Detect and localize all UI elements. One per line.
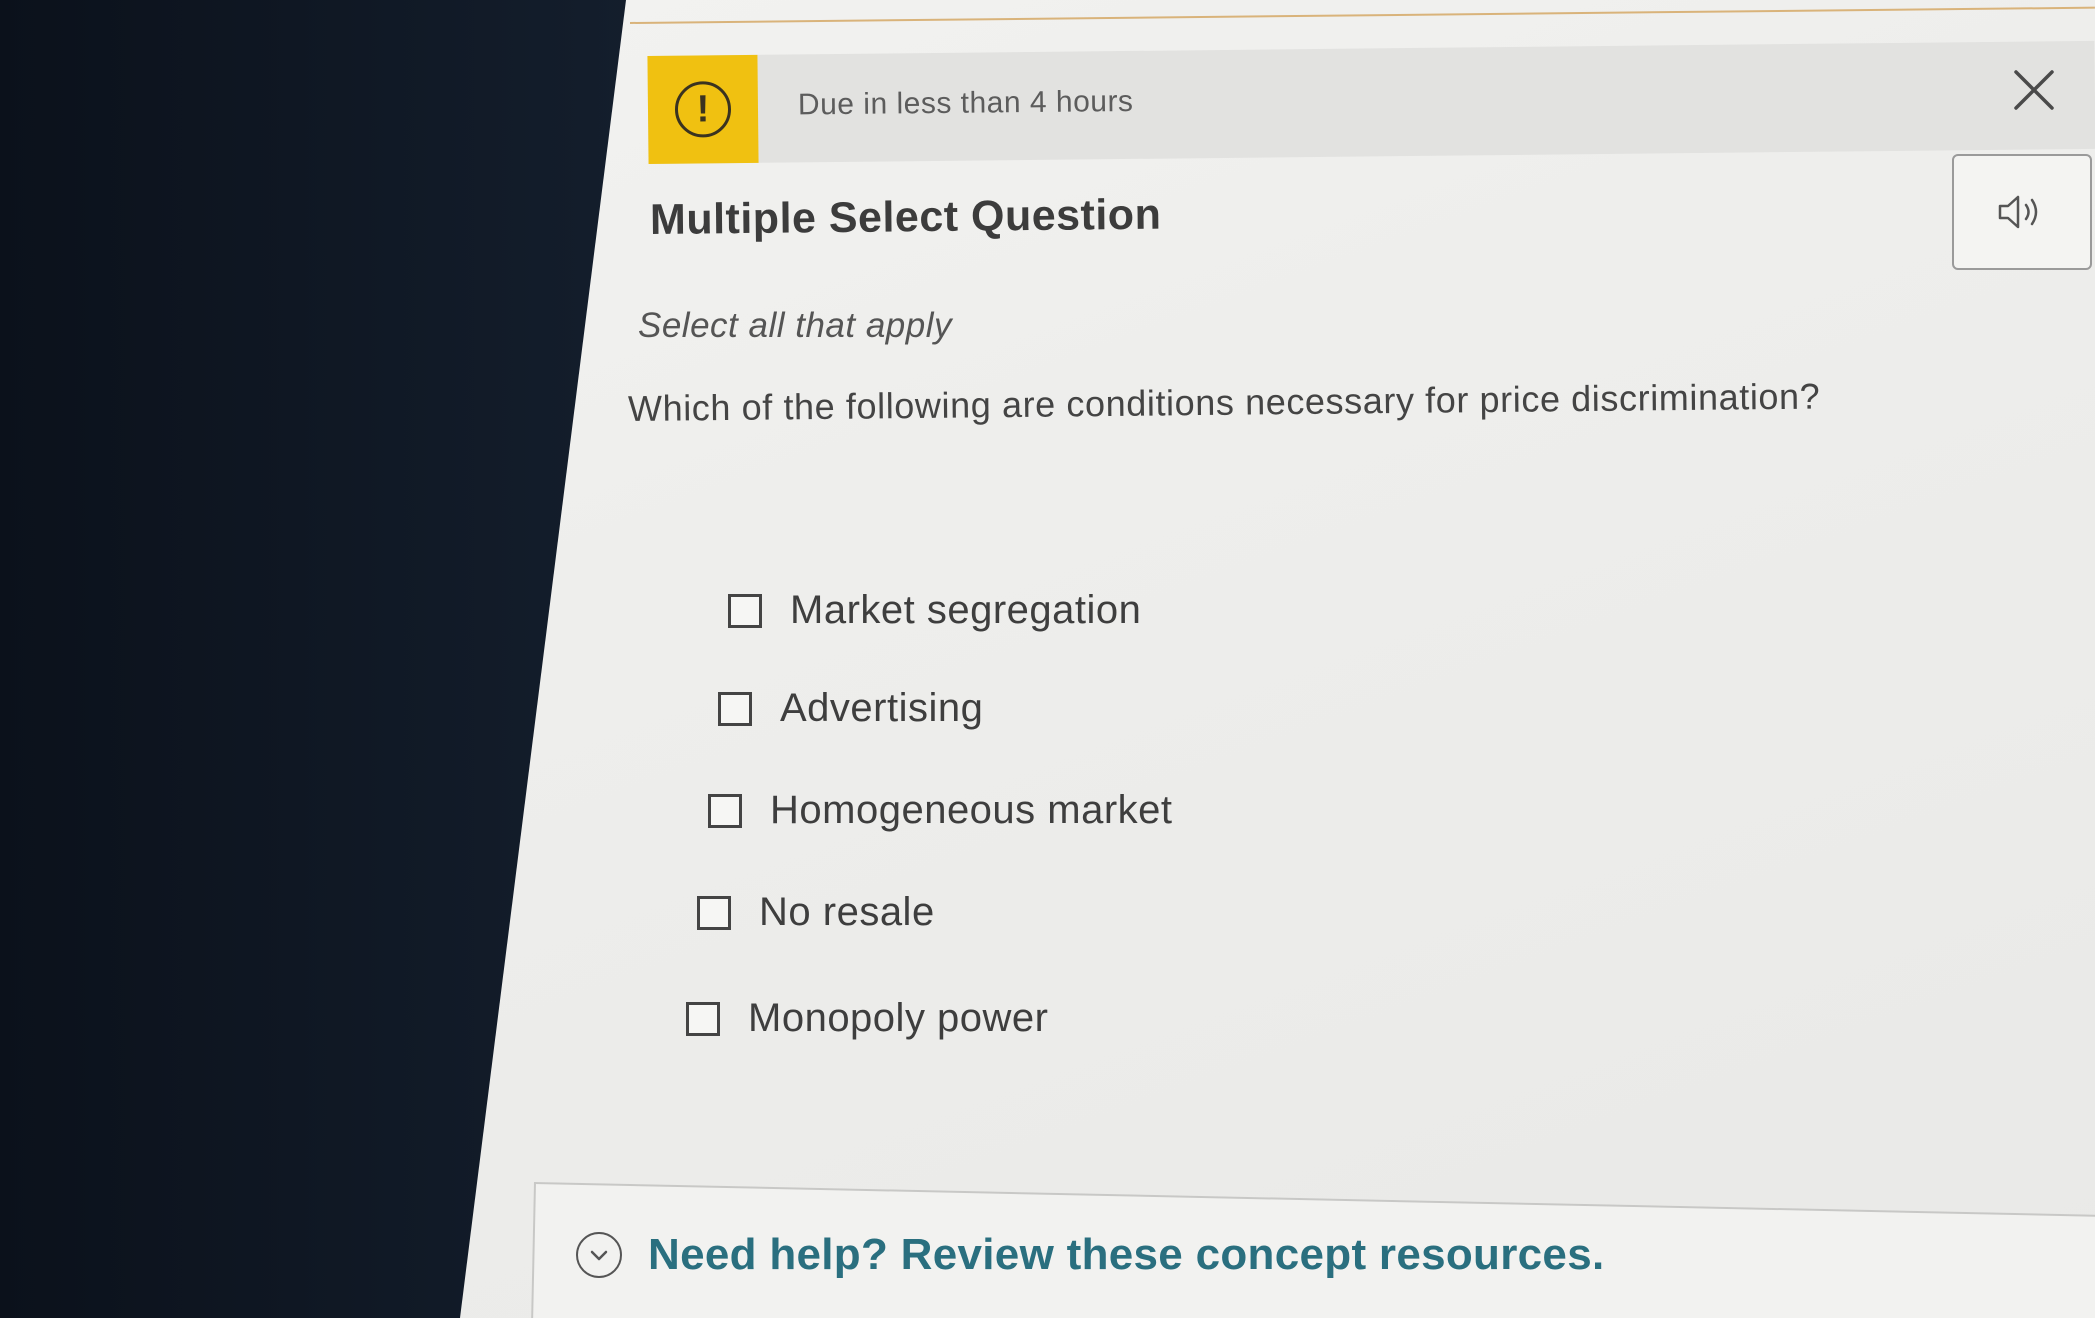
checkbox[interactable] [718,691,752,726]
due-text: Due in less than 4 hours [797,84,1134,122]
option-label: No resale [759,890,935,934]
option-label: Homogeneous market [770,788,1173,832]
option-label: Market segregation [790,588,1142,632]
checkbox[interactable] [697,895,731,930]
option-monopoly-power[interactable]: Monopoly power [686,996,1049,1041]
chevron-down-icon [576,1232,622,1278]
checkbox[interactable] [708,793,742,828]
concept-resources-toggle[interactable]: Need help? Review these concept resource… [576,1230,1605,1280]
exclamation-circle-icon: ! [674,81,732,138]
close-icon [2014,70,2054,110]
speaker-icon [1998,195,2038,229]
option-homogeneous-market[interactable]: Homogeneous market [708,788,1173,833]
checkbox[interactable] [686,1001,720,1036]
due-icon-box: ! [647,54,759,164]
option-label: Monopoly power [748,996,1049,1040]
close-button[interactable] [2008,64,2060,116]
option-no-resale[interactable]: No resale [697,890,935,935]
question-type-title: Multiple Select Question [649,190,1162,244]
checkbox[interactable] [728,593,762,628]
help-link-text[interactable]: Need help? Review these concept resource… [648,1230,1605,1280]
option-market-segregation[interactable]: Market segregation [728,588,1141,633]
due-banner: ! Due in less than 4 hours [647,40,2095,164]
read-aloud-button[interactable] [1952,154,2092,270]
screen: ! Due in less than 4 hours Multiple Sele… [0,0,2095,1318]
option-label: Advertising [780,686,984,730]
option-advertising[interactable]: Advertising [718,686,983,731]
instruction-text: Select all that apply [638,306,953,345]
